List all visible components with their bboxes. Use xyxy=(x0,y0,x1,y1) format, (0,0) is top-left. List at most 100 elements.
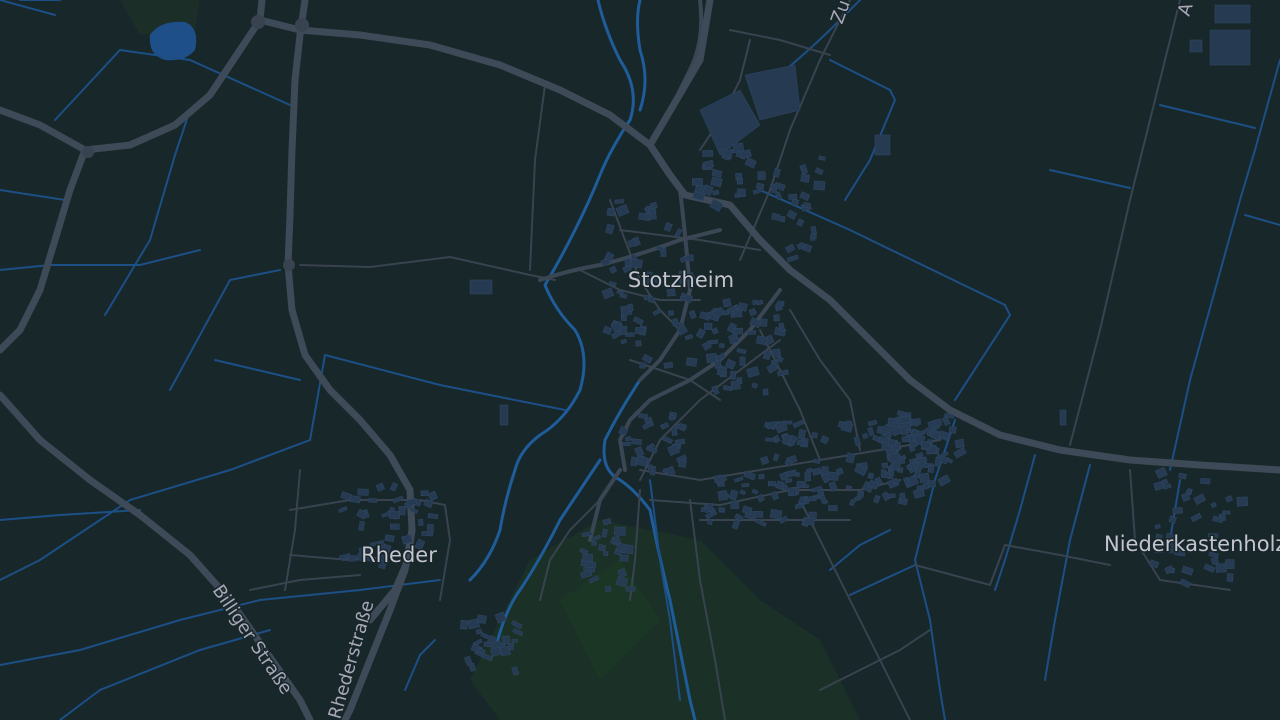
building xyxy=(613,526,626,537)
building xyxy=(811,432,818,439)
building xyxy=(1172,507,1183,515)
building xyxy=(667,310,674,316)
building xyxy=(880,469,887,478)
building xyxy=(948,426,957,434)
building xyxy=(668,414,675,421)
building xyxy=(603,551,609,557)
building xyxy=(417,518,424,526)
building xyxy=(813,458,821,464)
building xyxy=(707,519,713,526)
building xyxy=(625,436,632,442)
building xyxy=(499,404,509,426)
building xyxy=(808,496,817,502)
building xyxy=(389,523,400,530)
building xyxy=(630,456,638,467)
place-label-stotzheim: Stotzheim xyxy=(628,268,734,292)
building xyxy=(718,507,725,512)
building xyxy=(591,541,598,546)
building xyxy=(954,438,965,449)
building xyxy=(1154,524,1161,529)
building xyxy=(625,586,636,592)
building xyxy=(1059,409,1067,426)
building xyxy=(753,510,764,518)
building xyxy=(702,149,714,157)
building xyxy=(810,225,817,235)
building xyxy=(927,465,935,474)
building xyxy=(802,201,809,209)
building xyxy=(760,318,768,327)
building xyxy=(705,352,718,364)
building xyxy=(663,361,674,369)
building xyxy=(797,429,806,440)
building xyxy=(634,326,646,334)
building xyxy=(893,479,900,485)
map-svg: Stotzheim Rheder Niederkastenholz Billig… xyxy=(0,0,1280,720)
building xyxy=(803,484,810,489)
building xyxy=(1209,29,1251,66)
building xyxy=(771,348,782,358)
building xyxy=(767,480,777,487)
building xyxy=(420,490,429,497)
building xyxy=(1200,478,1211,485)
building xyxy=(765,437,777,443)
building xyxy=(1236,496,1249,507)
building xyxy=(476,614,487,624)
building xyxy=(680,296,686,301)
building xyxy=(1225,559,1235,569)
building xyxy=(598,544,607,552)
building xyxy=(756,299,764,306)
building xyxy=(788,193,798,200)
building xyxy=(800,173,811,183)
map-canvas[interactable]: Stotzheim Rheder Niederkastenholz Billig… xyxy=(0,0,1280,720)
building xyxy=(717,490,728,501)
building xyxy=(927,479,937,488)
roundabout xyxy=(251,15,265,29)
building xyxy=(1215,563,1227,573)
building xyxy=(699,311,708,320)
building xyxy=(508,642,514,651)
building xyxy=(585,561,597,569)
building xyxy=(624,258,632,267)
building xyxy=(621,441,631,446)
building xyxy=(733,309,743,318)
building xyxy=(501,635,510,645)
building xyxy=(582,553,593,563)
building xyxy=(349,495,361,504)
building xyxy=(736,177,743,185)
building xyxy=(899,492,906,502)
building xyxy=(619,554,629,562)
building xyxy=(388,510,401,520)
building xyxy=(920,441,932,450)
building xyxy=(739,356,746,366)
building xyxy=(630,258,643,269)
building xyxy=(730,500,739,509)
roundabout xyxy=(283,259,295,271)
building xyxy=(643,294,650,301)
building xyxy=(718,343,725,349)
building xyxy=(427,524,434,533)
building xyxy=(741,483,750,488)
building xyxy=(746,330,757,335)
building xyxy=(771,212,781,221)
building xyxy=(631,438,642,446)
building xyxy=(1185,490,1192,495)
building xyxy=(475,628,483,635)
building xyxy=(339,554,347,561)
building xyxy=(737,188,746,197)
building xyxy=(730,380,741,390)
building xyxy=(909,440,918,448)
building xyxy=(384,534,395,543)
building xyxy=(685,357,698,367)
building xyxy=(604,585,612,593)
building xyxy=(648,208,657,214)
building xyxy=(773,314,780,322)
building xyxy=(357,488,369,496)
building xyxy=(881,462,889,469)
building xyxy=(810,236,816,241)
building xyxy=(1214,4,1251,24)
building xyxy=(729,370,737,380)
building xyxy=(899,457,906,464)
building xyxy=(722,298,732,308)
building xyxy=(779,215,786,223)
building xyxy=(796,439,805,446)
